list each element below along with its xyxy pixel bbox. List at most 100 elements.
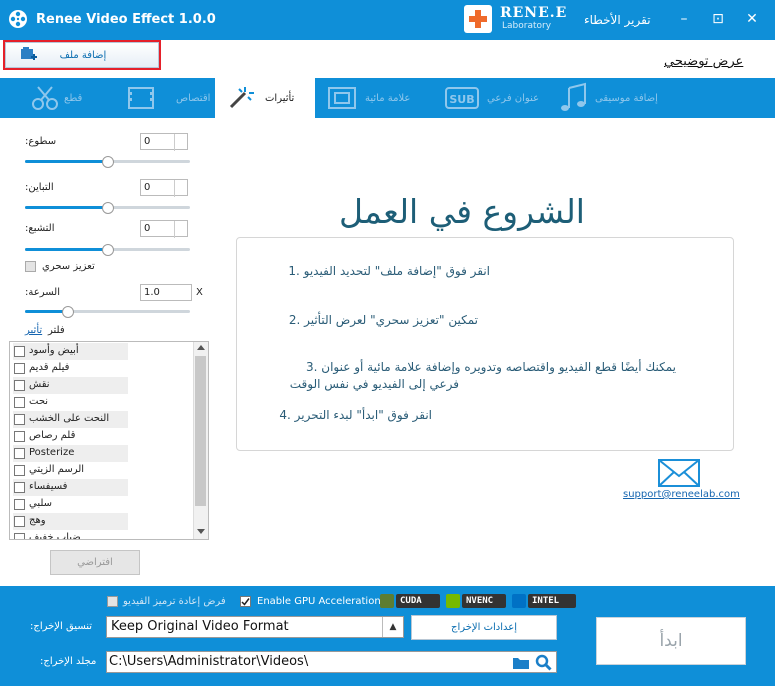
brightness-slider-handle[interactable] [102,156,114,168]
saturation-value: 0 [144,223,151,234]
filter-item-label: سلبي [29,498,53,509]
filter-checkbox[interactable] [14,431,25,442]
folder-icon[interactable] [512,655,530,670]
speed-slider-handle[interactable] [62,306,74,318]
step-4: انقر فوق "ابدأ" لبدء التحرير .4 [279,408,432,422]
nvidia-icon [446,594,460,608]
close-button[interactable]: ✕ [741,8,763,30]
add-file-button[interactable]: إضافة ملف [5,42,159,68]
filter-item-label: فسيفساء [29,481,68,492]
cut-icon [30,84,60,115]
minimize-button[interactable]: – [673,8,695,30]
filter-item[interactable]: وهج [13,513,128,530]
filter-item-label: ضباب خفيف [29,532,81,540]
filter-item[interactable]: نحت [13,394,128,411]
brightness-value: 0 [144,136,151,147]
filter-item[interactable]: سلبي [13,496,128,513]
contrast-input[interactable]: 0 [140,179,188,197]
filter-item[interactable]: فيلم قديم [13,360,128,377]
tab-watermark-label: علامة مائية [365,93,411,104]
filter-item[interactable]: قلم رصاص [13,428,128,445]
tab-watermark[interactable]: علامة مائية [315,78,425,118]
saturation-stepper[interactable] [174,221,187,238]
add-file-label: إضافة ملف [59,50,107,61]
brand-name: RENE.E [500,5,568,21]
filter-item-label: النحت على الخشب [29,413,110,424]
saturation-slider-handle[interactable] [102,244,114,256]
scroll-down-icon[interactable] [197,529,205,534]
effect-link[interactable]: تأثير [25,325,42,336]
nvenc-badge: NVENC [462,594,506,608]
filter-checkbox[interactable] [14,482,25,493]
filter-item[interactable]: الرسم الزيتي [13,462,128,479]
cuda-icon [380,594,394,608]
output-format-select[interactable]: Keep Original Video Format ▲ [106,616,404,638]
music-icon [559,82,589,117]
filter-checkbox[interactable] [14,380,25,391]
intel-badge: INTEL [528,594,576,608]
filter-item-label: قلم رصاص [29,430,76,441]
filter-checkbox[interactable] [14,533,25,539]
force-reencode-checkbox[interactable] [107,596,118,607]
search-icon[interactable] [535,654,552,671]
filter-item[interactable]: Posterize [13,445,128,462]
tab-subtitle[interactable]: SUB عنوان فرعي [425,78,545,118]
demo-link[interactable]: عرض توضيحي [664,54,743,69]
force-reencode-label: فرض إعادة ترميز الفيديو [123,596,226,607]
filter-list-scrollbar[interactable] [193,342,208,539]
filter-item-label: وهج [29,515,46,526]
contrast-stepper[interactable] [174,180,187,197]
contrast-value: 0 [144,182,151,193]
filter-checkbox[interactable] [14,346,25,357]
output-folder-input[interactable]: C:\Users\Administrator\Videos\ [106,651,557,673]
tab-cut[interactable]: قطع [0,78,110,118]
saturation-input[interactable]: 0 [140,220,188,238]
filter-checkbox[interactable] [14,516,25,527]
filter-checkbox[interactable] [14,414,25,425]
filter-checkbox[interactable] [14,363,25,374]
restore-button[interactable]: ⊡ [707,8,729,30]
app-title: Renee Video Effect 1.0.0 [36,12,216,27]
tab-music[interactable]: إضافة موسيقى [545,78,680,118]
filter-list[interactable]: أبيض وأسود فيلم قديم نقش نحت النحت على ا… [9,341,209,540]
gpu-acceleration-checkbox[interactable] [240,596,251,607]
filter-item[interactable]: ضباب خفيف [13,530,128,540]
filter-checkbox[interactable] [14,397,25,408]
default-button[interactable]: افتراضي [50,550,140,575]
brand-subtitle: Laboratory [502,21,552,31]
dropdown-arrow-icon[interactable]: ▲ [382,617,403,637]
tab-effects[interactable]: تأثيرات [215,78,315,118]
output-settings-button[interactable]: إعدادات الإخراج [411,615,557,640]
start-button[interactable]: ابدأ [596,617,746,665]
filter-item-label: Posterize [29,447,75,458]
brightness-stepper[interactable] [174,134,187,151]
speed-input[interactable]: 1.0 [140,284,192,301]
magic-enhance-checkbox[interactable] [25,261,36,272]
filter-item[interactable]: فسيفساء [13,479,128,496]
filter-checkbox[interactable] [14,499,25,510]
title-bar: Renee Video Effect 1.0.0 RENE.E Laborato… [0,0,775,40]
brightness-input[interactable]: 0 [140,133,188,151]
output-format-value: Keep Original Video Format [111,619,289,634]
support-email-link[interactable]: support@reneelab.com [623,489,740,500]
subtitle-icon: SUB [445,86,479,113]
filter-checkbox[interactable] [14,465,25,476]
scroll-thumb[interactable] [195,356,206,506]
medical-cross-icon [464,5,492,33]
scroll-up-icon[interactable] [197,345,205,350]
contrast-slider-handle[interactable] [102,202,114,214]
filter-checkbox[interactable] [14,448,25,459]
output-format-label: :تنسيق الإخراج [30,621,93,632]
output-folder-value: C:\Users\Administrator\Videos\ [109,654,309,669]
filter-item[interactable]: أبيض وأسود [13,343,128,360]
filter-item[interactable]: نقش [13,377,128,394]
cuda-badge: CUDA [396,594,440,608]
filter-item-label: الرسم الزيتي [29,464,85,475]
mail-icon[interactable] [658,459,700,487]
saturation-slider-fill [25,248,107,251]
magic-enhance-label: تعزيز سحري [42,261,95,272]
bug-report-link[interactable]: تقرير الأخطاء [584,13,651,27]
step-3-continued: فرعي إلى الفيديو في نفس الوقت [289,377,459,391]
tab-crop[interactable]: اقتصاص [110,78,215,118]
filter-item[interactable]: النحت على الخشب [13,411,128,428]
